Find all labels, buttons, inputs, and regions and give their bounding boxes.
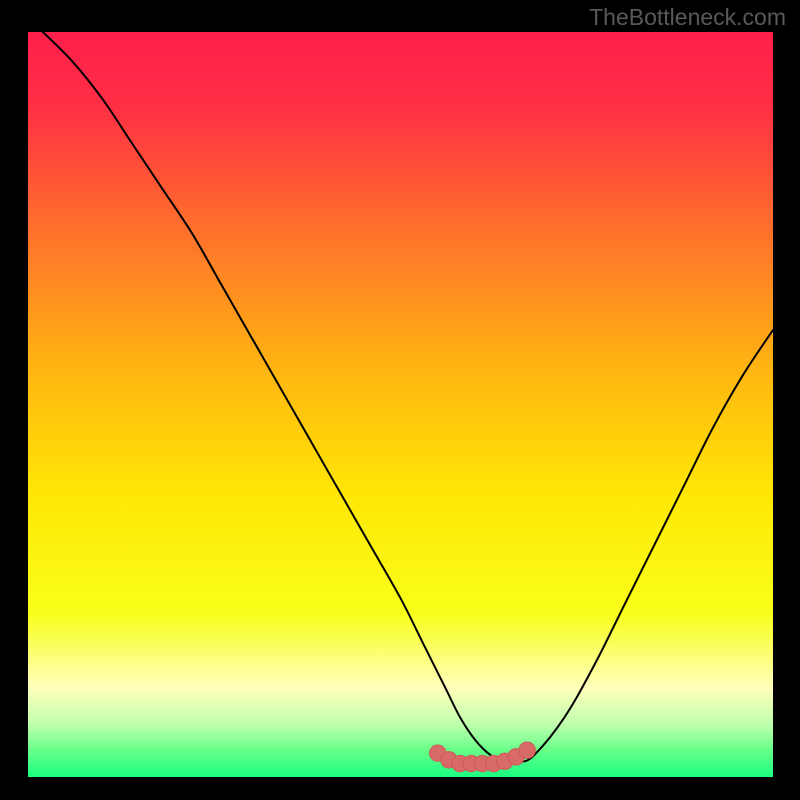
chart-frame: TheBottleneck.com	[0, 0, 800, 800]
marker-dot	[519, 742, 535, 758]
plot-area	[28, 32, 773, 777]
gradient-background	[28, 32, 773, 777]
watermark-text: TheBottleneck.com	[589, 4, 786, 31]
